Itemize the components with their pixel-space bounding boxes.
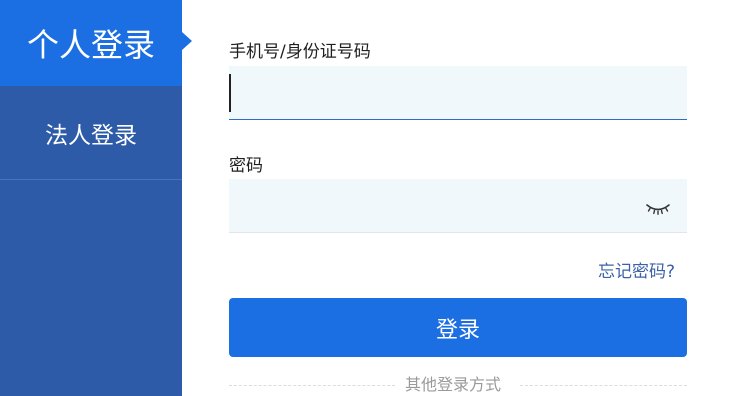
- password-label: 密码: [229, 156, 263, 176]
- text-caret: [229, 74, 231, 112]
- other-login-methods-label: 其他登录方式: [405, 375, 502, 394]
- phone-id-input[interactable]: [229, 66, 687, 119]
- divider-left: [229, 385, 395, 386]
- eye-closed-icon[interactable]: [645, 201, 671, 217]
- tab-legal-person-login-label: 法人登录: [45, 122, 137, 149]
- tab-personal-login-label: 个人登录: [26, 26, 155, 64]
- phone-id-label: 手机号/身份证号码: [229, 42, 371, 62]
- active-tab-pointer-icon: [182, 32, 192, 50]
- divider-right: [520, 385, 687, 386]
- phone-id-field[interactable]: [229, 66, 687, 120]
- password-field[interactable]: [229, 179, 687, 233]
- tab-legal-person-login[interactable]: 法人登录: [0, 86, 182, 180]
- login-type-sidebar: 个人登录 法人登录: [0, 0, 182, 396]
- login-page: 个人登录 法人登录 手机号/身份证号码 密码 忘记密码? 登录 其他登录方式: [0, 0, 731, 396]
- tab-personal-login[interactable]: 个人登录: [0, 0, 182, 86]
- password-input[interactable]: [229, 179, 687, 232]
- login-button[interactable]: 登录: [229, 298, 687, 357]
- forgot-password-link[interactable]: 忘记密码?: [598, 257, 675, 282]
